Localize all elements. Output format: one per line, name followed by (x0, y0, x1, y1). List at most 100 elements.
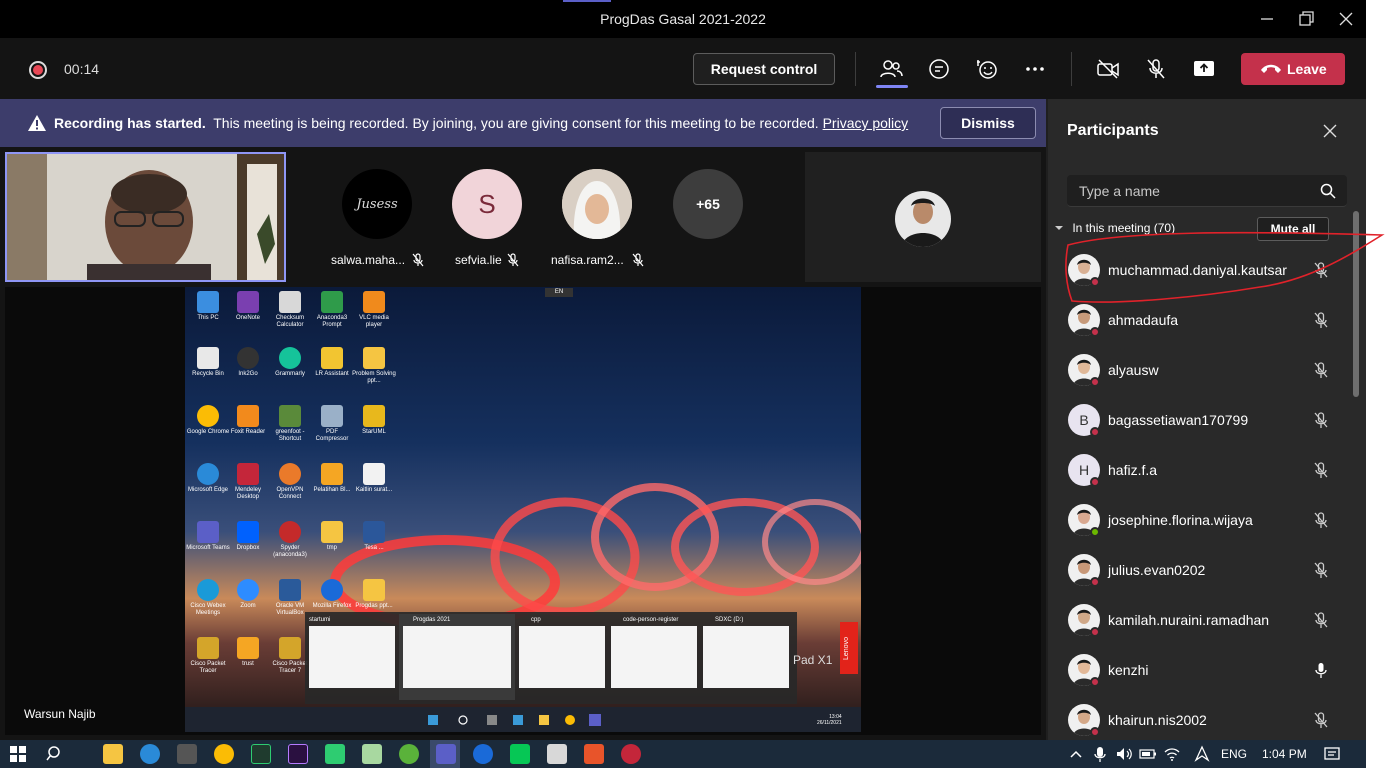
participant-row[interactable]: Bbagassetiawan170799 (1048, 397, 1358, 447)
participant-row[interactable]: kamilah.nuraini.ramadhan (1048, 597, 1358, 647)
explorer-window-thumbnail[interactable]: SDXC (D:) (703, 614, 789, 700)
avatar-nafisa[interactable] (562, 169, 632, 239)
title-accent (563, 0, 611, 2)
location-icon[interactable] (1192, 744, 1212, 764)
mic-muted-icon[interactable] (1312, 711, 1330, 729)
utorrent-icon[interactable] (399, 744, 419, 764)
mic-muted-icon (507, 253, 519, 267)
mic-muted-icon[interactable] (1312, 561, 1330, 579)
desktop-icon: Progdas ppt... (351, 579, 397, 610)
screen-share-area[interactable]: EN This PC OneNote Checksum Calculator A… (5, 287, 1041, 735)
explorer-window-thumbnail[interactable]: Progdas 2021 (399, 614, 515, 700)
participant-row[interactable]: alyausw (1048, 347, 1358, 397)
mic-muted-icon[interactable] (1312, 361, 1330, 379)
participant-row[interactable]: ahmadaufa (1048, 297, 1358, 347)
dismiss-button[interactable]: Dismiss (940, 107, 1036, 139)
share-screen-icon[interactable] (1192, 57, 1216, 81)
volume-icon[interactable] (1114, 744, 1134, 764)
desktop-icon: PDF Compressor (309, 405, 355, 443)
request-control-button[interactable]: Request control (693, 53, 835, 85)
line-icon[interactable] (510, 744, 530, 764)
avatar-sefvia[interactable]: S (452, 169, 522, 239)
desktop-icon: Dropbox (225, 521, 271, 552)
mic-muted-icon[interactable] (1312, 611, 1330, 629)
more-options-icon[interactable] (1023, 57, 1047, 81)
presence-status-icon (1090, 477, 1100, 487)
mute-all-button[interactable]: Mute all (1257, 217, 1329, 241)
audition-icon[interactable] (251, 744, 271, 764)
desktop-icon: LR Assistant (309, 347, 355, 378)
mic-off-icon[interactable] (1144, 57, 1168, 81)
app-icon[interactable] (621, 744, 641, 764)
recording-icon (29, 61, 47, 79)
self-video-tile[interactable] (805, 152, 1041, 282)
close-window-icon[interactable] (1336, 9, 1356, 29)
leave-button[interactable]: Leave (1241, 53, 1345, 85)
avatar-salwa[interactable]: Jusess (342, 169, 412, 239)
explorer-window-thumbnail[interactable]: cpp (519, 614, 605, 700)
in-meeting-section-header[interactable]: In this meeting (70) (1055, 221, 1175, 235)
explorer-window-thumbnail[interactable]: code-person-register (611, 614, 697, 700)
desktop-icon: greenfoot - Shortcut (267, 405, 313, 443)
shared-clock: 13:04 26/11/2021 (817, 714, 842, 726)
webex-icon[interactable] (473, 744, 493, 764)
mic-muted-icon[interactable] (1312, 461, 1330, 479)
mic-muted-icon[interactable] (1312, 511, 1330, 529)
participants-icon[interactable] (879, 57, 903, 81)
play-icon[interactable] (325, 744, 345, 764)
teams-icon[interactable] (436, 744, 456, 764)
taskbar-clock[interactable]: 1:04 PM (1262, 747, 1307, 761)
chevron-up-icon[interactable] (1066, 744, 1086, 764)
svg-text:Jusess: Jusess (353, 197, 398, 212)
chrome-icon[interactable] (214, 744, 234, 764)
meeting-toolbar: 00:14 Request control Leave (0, 38, 1366, 99)
panel-title: Participants (1067, 122, 1159, 139)
participant-row[interactable]: kenzhi (1048, 647, 1358, 697)
premiere-icon[interactable] (288, 744, 308, 764)
mic-muted-icon[interactable] (1312, 261, 1330, 279)
pdf-icon[interactable] (584, 744, 604, 764)
mic-muted-icon[interactable] (1312, 311, 1330, 329)
camera-off-icon[interactable] (1096, 57, 1120, 81)
restore-icon[interactable] (1296, 9, 1316, 29)
language-indicator[interactable]: ENG (1221, 747, 1247, 761)
chevron-down-icon (1055, 226, 1063, 230)
notifications-icon[interactable] (1322, 744, 1342, 764)
wifi-icon[interactable] (1162, 744, 1182, 764)
chat-icon[interactable] (927, 57, 951, 81)
mic-on-icon[interactable] (1312, 661, 1330, 679)
windows-taskbar: ENG 1:04 PM (0, 740, 1366, 768)
privacy-policy-link[interactable]: Privacy policy (823, 115, 909, 131)
participants-active-indicator (876, 85, 908, 88)
search-icon[interactable] (45, 744, 65, 764)
more-participants-badge[interactable]: +65 (673, 169, 743, 239)
speaker-video[interactable] (5, 152, 286, 282)
desktop-icon: Grammarly (267, 347, 313, 378)
mic-muted-icon[interactable] (1312, 411, 1330, 429)
participant-row[interactable]: muchammad.daniyal.kautsar (1048, 247, 1358, 297)
desktop-icon: Pelatihan Bl... (309, 463, 355, 494)
panel-scrollbar[interactable] (1353, 211, 1359, 397)
mic-muted-icon (632, 253, 644, 267)
participant-search-input[interactable]: Type a name (1067, 175, 1347, 207)
notes-icon[interactable] (362, 744, 382, 764)
close-panel-icon[interactable] (1322, 123, 1338, 139)
participant-row[interactable]: julius.evan0202 (1048, 547, 1358, 597)
explorer-window-thumbnail[interactable]: startumi (309, 614, 395, 700)
participant-row[interactable]: josephine.florina.wijaya (1048, 497, 1358, 547)
participant-name: alyausw (1108, 362, 1159, 378)
edge-icon[interactable] (140, 744, 160, 764)
battery-icon[interactable] (1138, 744, 1158, 764)
minimize-icon[interactable] (1257, 9, 1277, 29)
store-icon[interactable] (177, 744, 197, 764)
recording-title: Recording has started. (54, 115, 206, 131)
desktop-icon: Tesa ... (351, 521, 397, 552)
windows-start-icon[interactable] (8, 744, 28, 764)
reactions-icon[interactable] (975, 57, 999, 81)
section-label: In this meeting (70) (1072, 221, 1176, 235)
paint-icon[interactable] (547, 744, 567, 764)
file-explorer-icon[interactable] (103, 744, 123, 764)
presence-status-icon (1090, 627, 1100, 637)
participant-row[interactable]: Hhafiz.f.a (1048, 447, 1358, 497)
microphone-icon[interactable] (1090, 744, 1110, 764)
